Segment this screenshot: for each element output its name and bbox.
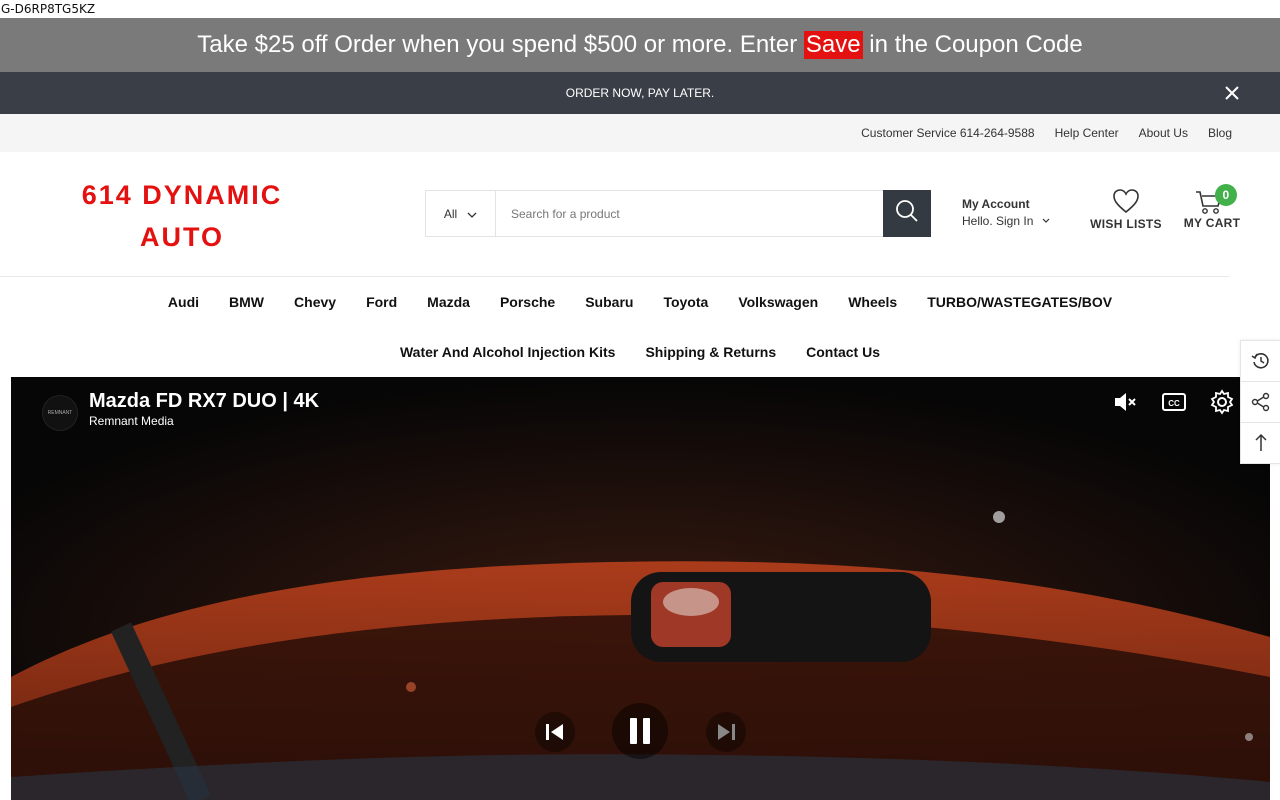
cart-label: MY CART bbox=[1183, 216, 1241, 230]
video-top-bar: REMNANT Mazda FD RX7 DUO | 4K Remnant Me… bbox=[11, 377, 1270, 447]
search-button[interactable] bbox=[883, 190, 931, 237]
promo-coupon-highlight: Save bbox=[803, 31, 863, 59]
history-icon[interactable] bbox=[1241, 341, 1280, 382]
chevron-down-icon bbox=[1037, 214, 1051, 228]
cart-button[interactable]: 0 MY CART bbox=[1180, 184, 1244, 230]
nav-item-ford[interactable]: Ford bbox=[366, 294, 397, 310]
mute-icon[interactable] bbox=[1112, 389, 1138, 415]
side-tools-panel bbox=[1240, 340, 1280, 464]
nav-item-porsche[interactable]: Porsche bbox=[500, 294, 555, 310]
nav-item-volkswagen[interactable]: Volkswagen bbox=[738, 294, 818, 310]
help-center-link[interactable]: Help Center bbox=[1055, 126, 1119, 140]
nav-item-subaru[interactable]: Subaru bbox=[585, 294, 633, 310]
cart-icon: 0 bbox=[1180, 184, 1244, 216]
blog-link[interactable]: Blog bbox=[1208, 126, 1232, 140]
pause-icon[interactable] bbox=[612, 703, 668, 759]
nav-item-turbo[interactable]: TURBO/WASTEGATES/BOV bbox=[927, 294, 1112, 310]
nav-item-chevy[interactable]: Chevy bbox=[294, 294, 336, 310]
site-logo[interactable]: 614 DYNAMIC AUTO bbox=[72, 174, 292, 258]
svg-text:CC: CC bbox=[1168, 399, 1180, 408]
logo-line-1: 614 DYNAMIC bbox=[81, 180, 283, 210]
pay-later-banner: ORDER NOW, PAY LATER. bbox=[0, 72, 1280, 114]
wishlist-label: WISH LISTS bbox=[1090, 217, 1162, 231]
nav-item-mazda[interactable]: Mazda bbox=[427, 294, 470, 310]
nav-row-1: Audi BMW Chevy Ford Mazda Porsche Subaru… bbox=[0, 277, 1280, 327]
previous-icon[interactable] bbox=[535, 712, 575, 752]
settings-icon[interactable] bbox=[1209, 389, 1235, 415]
nav-item-bmw[interactable]: BMW bbox=[229, 294, 264, 310]
next-icon[interactable] bbox=[706, 712, 746, 752]
site-header: 614 DYNAMIC AUTO All My Account Hello. S… bbox=[0, 152, 1240, 277]
search-category-select[interactable]: All bbox=[426, 191, 496, 236]
video-title[interactable]: Mazda FD RX7 DUO | 4K bbox=[89, 390, 319, 413]
account-signin: Hello. Sign In bbox=[962, 214, 1051, 228]
search-input[interactable] bbox=[496, 191, 883, 236]
nav-item-contact-us[interactable]: Contact Us bbox=[806, 344, 880, 360]
close-icon[interactable] bbox=[1222, 83, 1242, 103]
top-links-bar: Customer Service 614-264-9588 Help Cente… bbox=[0, 114, 1280, 152]
promo-text-before: Take $25 off Order when you spend $500 o… bbox=[197, 31, 804, 58]
captions-icon[interactable]: CC bbox=[1161, 389, 1187, 415]
nav-item-water-alcohol-injection[interactable]: Water And Alcohol Injection Kits bbox=[400, 344, 615, 360]
channel-avatar[interactable]: REMNANT bbox=[42, 395, 78, 431]
nav-item-toyota[interactable]: Toyota bbox=[663, 294, 708, 310]
about-us-link[interactable]: About Us bbox=[1139, 126, 1188, 140]
channel-avatar-text: REMNANT bbox=[47, 410, 73, 416]
promo-banner: Take $25 off Order when you spend $500 o… bbox=[0, 18, 1280, 72]
pay-later-text: ORDER NOW, PAY LATER. bbox=[565, 86, 715, 100]
nav-item-shipping-returns[interactable]: Shipping & Returns bbox=[645, 344, 776, 360]
chevron-down-icon bbox=[467, 207, 477, 221]
customer-service-link[interactable]: Customer Service 614-264-9588 bbox=[861, 126, 1034, 140]
nav-item-audi[interactable]: Audi bbox=[168, 294, 199, 310]
heart-icon bbox=[1090, 188, 1162, 217]
cart-count-badge: 0 bbox=[1215, 184, 1237, 206]
my-account-menu[interactable]: My Account Hello. Sign In bbox=[962, 197, 1051, 228]
wishlist-button[interactable]: WISH LISTS bbox=[1090, 188, 1162, 231]
logo-line-2: AUTO bbox=[139, 222, 224, 252]
promo-text-after: in the Coupon Code bbox=[862, 31, 1083, 58]
search-bar: All bbox=[425, 190, 931, 237]
search-icon bbox=[895, 199, 919, 228]
back-to-top-icon[interactable] bbox=[1241, 423, 1280, 463]
account-title: My Account bbox=[962, 197, 1030, 211]
video-player[interactable]: REMNANT Mazda FD RX7 DUO | 4K Remnant Me… bbox=[11, 377, 1270, 800]
search-category-label: All bbox=[443, 206, 458, 221]
main-navigation: Audi BMW Chevy Ford Mazda Porsche Subaru… bbox=[0, 277, 1280, 377]
account-signin-label: Hello. Sign In bbox=[962, 214, 1034, 228]
nav-row-2: Water And Alcohol Injection Kits Shippin… bbox=[0, 327, 1280, 377]
nav-item-wheels[interactable]: Wheels bbox=[848, 294, 897, 310]
share-icon[interactable] bbox=[1241, 382, 1280, 423]
video-channel-name[interactable]: Remnant Media bbox=[89, 414, 174, 428]
gtm-id-text: G-D6RP8TG5KZ bbox=[1, 2, 96, 16]
